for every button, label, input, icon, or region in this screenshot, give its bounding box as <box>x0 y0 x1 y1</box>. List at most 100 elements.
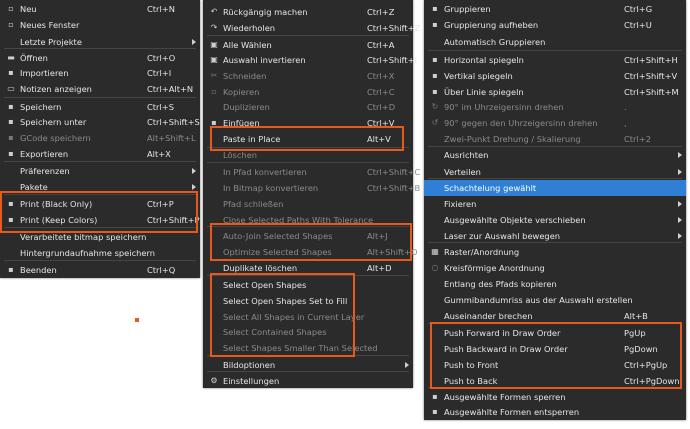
menu-item-speichern[interactable]: ▪ Speichern Ctrl+S <box>0 99 200 115</box>
printer-color-icon: ▪ <box>8 215 14 224</box>
menu-item-paste-in-place[interactable]: Paste in Place Alt+V <box>203 131 413 147</box>
menu-item-label: Raster/Anordnung <box>444 247 520 257</box>
menu-item-label: Select All Shapes in Current Layer <box>223 312 365 322</box>
menu-item-fixieren[interactable]: Fixieren <box>424 196 686 212</box>
menu-item-pakete[interactable]: Pakete <box>0 179 200 195</box>
menu-item-auseinander-brechen[interactable]: Auseinander brechen Alt+B <box>424 308 686 324</box>
menu-item-exportieren[interactable]: ▪ Exportieren Alt+X <box>0 146 200 162</box>
menu-item-ausgewahlte-formen-sperren[interactable]: ▪ Ausgewählte Formen sperren <box>424 389 686 405</box>
menu-item-duplikate-loschen[interactable]: Duplikate löschen Alt+D <box>203 260 413 276</box>
menu-item-label: Letzte Projekte <box>20 37 82 47</box>
menu-item-select-contained-shapes[interactable]: Select Contained Shapes <box>203 324 413 340</box>
rotate-cw-icon: ↻ <box>431 102 439 111</box>
menu-item-raster-anordnung[interactable]: ▦ Raster/Anordnung <box>424 244 686 260</box>
menu-item-optimize-selected-shapes[interactable]: Optimize Selected Shapes Alt+Shift+O <box>203 244 418 260</box>
new-file-icon: ▫ <box>8 4 14 13</box>
menu-item-print-black-only[interactable]: ▪ Print (Black Only) Ctrl+P <box>0 196 200 212</box>
menu-separator <box>207 147 409 148</box>
menu-item-shortcut: Ctrl+N <box>147 4 175 14</box>
menu-item-loschen[interactable]: Löschen <box>203 147 413 163</box>
menu-item-wiederholen[interactable]: ↷ Wiederholen Ctrl+Shift+Z <box>203 20 421 36</box>
menu-item-gruppierung-aufheben[interactable]: ▪ Gruppierung aufheben Ctrl+U <box>424 17 686 33</box>
menu-item-push-to-front[interactable]: Push to Front Ctrl+PgUp <box>424 357 686 373</box>
menu-item-select-shapes-smaller-than-selected[interactable]: Select Shapes Smaller Than Selected <box>203 340 413 356</box>
menu-item-label: 90° gegen den Uhrzeigersinn drehen <box>444 118 598 128</box>
menu-item-pfad-schlie-en[interactable]: Pfad schließen <box>203 196 413 212</box>
menu-separator <box>207 226 409 227</box>
menu-item-90-im-uhrzeigersinn-drehen[interactable]: ↻ 90° im Uhrzeigersinn drehen. <box>424 99 686 115</box>
menu-item-shortcut: Ctrl+PgDown <box>624 376 680 386</box>
menu-item-neues-fenster[interactable]: ▫ Neues Fenster <box>0 17 200 33</box>
menu-item-hintergrundaufnahme-speichern[interactable]: Hintergrundaufnahme speichern <box>0 245 200 261</box>
menu-item-duplizieren[interactable]: Duplizieren Ctrl+D <box>203 99 413 115</box>
menu-item-horizontal-spiegeln[interactable]: ▪ Horizontal spiegeln Ctrl+Shift+H <box>424 52 686 68</box>
menu-item-push-forward-in-draw-order[interactable]: Push Forward in Draw Order PgUp <box>424 325 686 341</box>
menu-item-gruppieren[interactable]: ▪ Gruppieren Ctrl+G <box>424 1 686 17</box>
menu-item-shortcut: Ctrl+P <box>147 199 174 209</box>
menu-item-importieren[interactable]: ▪ Importieren Ctrl+I <box>0 65 200 81</box>
mirror-line-icon: ▪ <box>432 87 438 96</box>
menu-item-auto-join-selected-shapes[interactable]: Auto-Join Selected Shapes Alt+J <box>203 228 413 244</box>
submenu-arrow-icon <box>192 168 196 174</box>
menu-separator <box>4 194 196 195</box>
menu-item-label: Verarbeitete bitmap speichern <box>20 232 147 242</box>
menu-item-schneiden[interactable]: ✂ Schneiden Ctrl+X <box>203 68 413 84</box>
menu-item-gcode-speichern[interactable]: ▪ GCode speichern Alt+Shift+L <box>0 130 200 146</box>
menu-item-uber-linie-spiegeln[interactable]: ▪ Über Linie spiegeln Ctrl+Shift+M <box>424 84 686 100</box>
menu-item-praferenzen[interactable]: Präferenzen <box>0 163 200 179</box>
menu-item-alle-wahlen[interactable]: ▣ Alle Wählen Ctrl+A <box>203 37 413 53</box>
menu-item-in-pfad-konvertieren[interactable]: In Pfad konvertieren Ctrl+Shift+C <box>203 164 420 180</box>
menu-item-shortcut: Ctrl+Shift+P <box>147 215 200 225</box>
menu-item-push-backward-in-draw-order[interactable]: Push Backward in Draw Order PgDown <box>424 341 686 357</box>
menu-item-in-bitmap-konvertieren[interactable]: In Bitmap konvertieren Ctrl+Shift+B <box>203 180 420 196</box>
menu-item-shortcut: Ctrl+Shift+H <box>624 55 678 65</box>
new-window-icon: ▫ <box>8 20 14 29</box>
menu-item-kreisformige-anordnung[interactable]: ◌ Kreisförmige Anordnung <box>424 260 686 276</box>
menu-item-select-open-shapes[interactable]: Select Open Shapes <box>203 277 413 293</box>
menu-item-kopieren[interactable]: ▫ Kopieren Ctrl+C <box>203 84 413 100</box>
menu-item-ausgewahlte-formen-entsperren[interactable]: ▪ Ausgewählte Formen entsperren <box>424 404 686 420</box>
menu-item-ausgewahlte-objekte-verschieben[interactable]: Ausgewählte Objekte verschieben <box>424 212 686 228</box>
menu-item-verarbeitete-bitmap-speichern[interactable]: Verarbeitete bitmap speichern <box>0 229 200 245</box>
menu-separator <box>4 260 196 261</box>
menu-item-select-all-shapes-in-current-layer[interactable]: Select All Shapes in Current Layer <box>203 309 413 325</box>
menu-item-shortcut: . <box>624 102 627 112</box>
arrange-menu: ▪ Gruppieren Ctrl+G ▪ Gruppierung aufheben Ct… <box>424 0 686 420</box>
menu-separator <box>207 275 409 276</box>
menu-item-shortcut: Ctrl+I <box>147 68 172 78</box>
ungroup-icon: ▪ <box>432 20 438 29</box>
menu-item-select-open-shapes-set-to-fill[interactable]: Select Open Shapes Set to Fill <box>203 293 413 309</box>
menu-separator <box>207 371 409 372</box>
menu-item-auswahl-invertieren[interactable]: ▣ Auswahl invertieren Ctrl+Shift+I <box>203 52 417 68</box>
menu-item-offnen[interactable]: ▬ Öffnen Ctrl+O <box>0 50 200 66</box>
menu-separator <box>4 161 196 162</box>
save-as-icon: ▪ <box>8 117 14 126</box>
menu-item-ruckgangig-machen[interactable]: ↶ Rückgängig machen Ctrl+Z <box>203 4 413 20</box>
menu-item-shortcut: Ctrl+D <box>367 102 396 112</box>
save-icon: ▪ <box>8 102 14 111</box>
menu-item-einfugen[interactable]: ▪ Einfügen Ctrl+V <box>203 115 413 131</box>
menu-item-einstellungen[interactable]: ⚙ Einstellungen <box>203 373 413 389</box>
menu-separator <box>428 387 682 388</box>
menu-item-neu[interactable]: ▫ Neu Ctrl+N <box>0 1 200 17</box>
menu-item-schachtelung-gewahlt[interactable]: Schachtelung gewählt <box>424 180 686 196</box>
menu-item-beenden[interactable]: ▪ Beenden Ctrl+Q <box>0 262 200 278</box>
menu-item-label: Ausgewählte Objekte verschieben <box>444 215 586 225</box>
menu-item-zwei-punkt-drehung-skalierung[interactable]: Zwei-Punkt Drehung / Skalierung Ctrl+2 <box>424 131 686 147</box>
menu-item-label: Löschen <box>223 150 258 160</box>
menu-item-shortcut: Ctrl+Alt+N <box>147 84 194 94</box>
menu-item-gummibandumriss-aus-der-auswahl-erstellen[interactable]: Gummibandumriss aus der Auswahl erstelle… <box>424 292 686 308</box>
menu-item-automatisch-gruppieren[interactable]: Automatisch Gruppieren <box>424 34 686 50</box>
menu-item-90-gegen-den-uhrzeigersinn-drehen[interactable]: ↺ 90° gegen den Uhrzeigersinn drehen, <box>424 115 686 131</box>
notes-icon: ▭ <box>7 84 15 93</box>
menu-item-speichern-unter[interactable]: ▪ Speichern unter Ctrl+Shift+S <box>0 114 200 130</box>
menu-item-print-keep-colors[interactable]: ▪ Print (Keep Colors) Ctrl+Shift+P <box>0 212 200 228</box>
menu-item-ausrichten[interactable]: Ausrichten <box>424 147 686 163</box>
menu-item-label: Select Open Shapes <box>223 280 307 290</box>
menu-item-shortcut: Ctrl+O <box>147 53 176 63</box>
menu-item-entlang-des-pfads-kopieren[interactable]: Entlang des Pfads kopieren <box>424 276 686 292</box>
menu-item-shortcut: Ctrl+U <box>624 20 652 30</box>
menu-item-notizen-anzeigen[interactable]: ▭ Notizen anzeigen Ctrl+Alt+N <box>0 81 200 97</box>
menu-item-label: Select Contained Shapes <box>223 327 327 337</box>
menu-item-vertikal-spiegeln[interactable]: ▪ Vertikal spiegeln Ctrl+Shift+V <box>424 68 686 84</box>
